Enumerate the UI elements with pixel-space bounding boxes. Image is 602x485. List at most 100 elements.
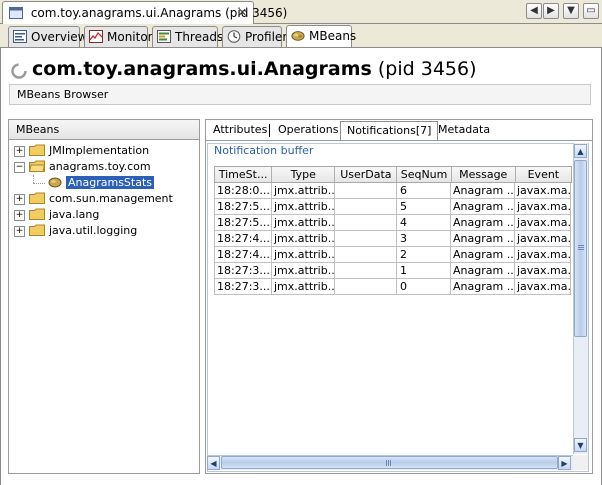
folder-icon: [29, 208, 45, 220]
column-header[interactable]: Event: [516, 167, 571, 183]
table-cell: 1: [397, 263, 451, 279]
grip-icon: [386, 460, 387, 466]
table-cell: [335, 247, 397, 263]
table-cell: 4: [397, 215, 451, 231]
table-row[interactable]: 18:27:3... jmx.attrib... 0 Anagram ... j…: [214, 279, 572, 295]
subtab-metadata[interactable]: Metadata: [432, 121, 496, 140]
subtab-attributes[interactable]: Attributes: [207, 121, 273, 140]
subtab-notifications[interactable]: Notifications[7]: [340, 121, 439, 140]
tree-node-label: AnagramsStats: [66, 176, 155, 189]
column-header[interactable]: TimeSt...: [215, 167, 273, 183]
folder-icon: [29, 144, 45, 156]
expand-icon[interactable]: +: [14, 226, 25, 237]
tree-node-java-lang[interactable]: + java.lang: [14, 207, 198, 223]
tree-node-java-util-logging[interactable]: + java.util.logging: [14, 223, 198, 239]
application-icon: [9, 7, 23, 19]
table-cell: [335, 215, 397, 231]
table-cell: javax.ma...: [515, 231, 571, 247]
table-cell: [335, 263, 397, 279]
tree-node-label: anagrams.toy.com: [49, 160, 151, 173]
tab-overview[interactable]: Overview: [8, 26, 88, 48]
tree-connector: [33, 175, 35, 183]
table-row[interactable]: 18:27:4... jmx.attrib... 3 Anagram ... j…: [214, 231, 572, 247]
tree-node-jmimplementation[interactable]: + JMImplementation: [14, 143, 198, 159]
tab-label: Monitor: [107, 30, 153, 44]
notification-buffer-title: Notification buffer: [214, 144, 314, 157]
column-header[interactable]: UserData: [335, 167, 398, 183]
table-cell: javax.ma...: [515, 279, 571, 295]
collapse-icon[interactable]: −: [14, 162, 25, 173]
page-title: com.toy.anagrams.ui.Anagrams (pid 3456): [32, 58, 477, 84]
tree-node-label: java.lang: [49, 208, 100, 221]
table-cell: 18:27:3...: [215, 279, 272, 295]
mbean-bean-icon: [48, 177, 62, 188]
scroll-down-button[interactable]: ▼: [574, 438, 587, 452]
folder-icon: [29, 224, 45, 236]
table-cell: Anagram ...: [451, 231, 515, 247]
scroll-left-button[interactable]: ◀: [207, 456, 220, 470]
table-row[interactable]: 18:27:5... jmx.attrib... 4 Anagram ... j…: [214, 215, 572, 231]
scroll-tabs-right-button[interactable]: ▶: [543, 3, 559, 19]
tab-threads[interactable]: Threads: [152, 26, 223, 48]
table-cell: jmx.attrib...: [272, 231, 335, 247]
subtab-operations[interactable]: Operations: [272, 121, 344, 140]
tab-mbeans[interactable]: MBeans: [286, 25, 356, 48]
scroll-up-button[interactable]: ▲: [574, 144, 587, 158]
table-cell: jmx.attrib...: [272, 247, 335, 263]
subtab-separator: [269, 124, 270, 137]
table-cell: [335, 183, 397, 199]
grip-icon: [578, 245, 584, 246]
expand-icon[interactable]: +: [14, 146, 25, 157]
table-cell: 18:27:5...: [215, 199, 272, 215]
table-cell: 18:27:4...: [215, 231, 272, 247]
table-cell: Anagram ...: [451, 215, 515, 231]
tree-node-anagrams-toy-com[interactable]: − anagrams.toy.com: [14, 159, 198, 175]
table-cell: Anagram ...: [451, 279, 515, 295]
column-header[interactable]: Type: [272, 167, 336, 183]
tab-list-dropdown-button[interactable]: ▼: [563, 3, 579, 19]
tree-node-label: JMImplementation: [49, 144, 150, 157]
table-cell: javax.ma...: [515, 183, 571, 199]
table-cell: javax.ma...: [515, 215, 571, 231]
tab-label: Threads: [175, 30, 224, 44]
notifications-table-header: TimeSt... Type UserData SeqNum Message E…: [214, 166, 572, 183]
column-header[interactable]: Message: [452, 167, 516, 183]
tree-node-label: com.sun.management: [49, 192, 173, 205]
table-row[interactable]: 18:28:0... jmx.attrib... 6 Anagram ... j…: [214, 183, 572, 199]
table-cell: javax.ma...: [515, 263, 571, 279]
vertical-scroll-thumb[interactable]: [574, 160, 587, 337]
document-tab[interactable]: com.toy.anagrams.ui.Anagrams (pid 3456) …: [2, 1, 287, 24]
threads-icon: [157, 30, 171, 43]
tree-connector: [33, 183, 45, 185]
horizontal-scroll-thumb[interactable]: [221, 456, 558, 469]
restore-window-button[interactable]: ▭: [583, 3, 599, 19]
loading-spinner-icon: [11, 63, 27, 79]
table-row[interactable]: 18:27:4... jmx.attrib... 2 Anagram ... j…: [214, 247, 572, 263]
folder-icon: [29, 192, 45, 204]
open-folder-icon: [29, 160, 45, 172]
tree-node-com-sun-management[interactable]: + com.sun.management: [14, 191, 198, 207]
table-cell: 3: [397, 231, 451, 247]
table-row[interactable]: 18:27:3... jmx.attrib... 1 Anagram ... j…: [214, 263, 572, 279]
expand-icon[interactable]: +: [14, 210, 25, 221]
table-cell: javax.ma...: [515, 247, 571, 263]
scroll-right-button[interactable]: ▶: [558, 456, 571, 470]
subtab-divider: [206, 140, 592, 141]
table-cell: jmx.attrib...: [272, 199, 335, 215]
tab-profiler[interactable]: Profiler: [222, 26, 287, 48]
table-row[interactable]: 18:27:5... jmx.attrib... 5 Anagram ... j…: [214, 199, 572, 215]
expand-icon[interactable]: +: [14, 194, 25, 205]
tree-node-anagramsstats[interactable]: AnagramsStats: [14, 175, 198, 191]
table-cell: jmx.attrib...: [272, 279, 335, 295]
tab-monitor[interactable]: Monitor: [84, 26, 153, 48]
table-cell: [335, 231, 397, 247]
document-tab-title: com.toy.anagrams.ui.Anagrams (pid 3456): [30, 6, 288, 20]
close-icon[interactable]: ✕: [238, 6, 247, 19]
table-cell: Anagram ...: [451, 199, 515, 215]
column-header[interactable]: SeqNum: [397, 167, 452, 183]
table-cell: javax.ma...: [515, 199, 571, 215]
tab-label: MBeans: [309, 29, 357, 43]
table-cell: Anagram ...: [451, 183, 515, 199]
scroll-tabs-left-button[interactable]: ◀: [526, 3, 542, 19]
table-cell: 6: [397, 183, 451, 199]
